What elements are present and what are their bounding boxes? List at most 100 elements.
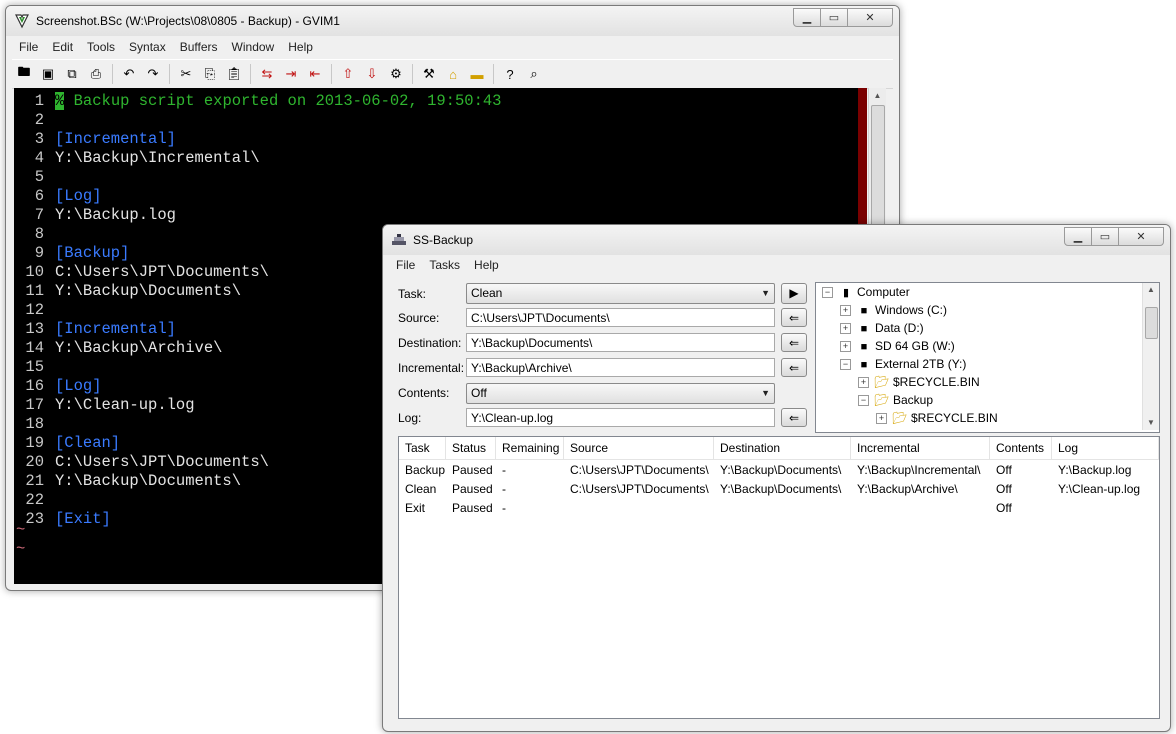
run-task-button[interactable]: ▶	[781, 283, 807, 304]
redo-icon[interactable]: ↷	[142, 63, 164, 85]
tree-node-label: Data (D:)	[875, 321, 924, 335]
incremental-input[interactable]: Y:\Backup\Archive\	[466, 358, 775, 377]
column-header[interactable]: Incremental	[851, 437, 990, 459]
line-number: 20	[25, 453, 44, 471]
find-next-icon[interactable]: ⇥	[280, 63, 302, 85]
collapse-icon[interactable]: −	[840, 359, 851, 371]
minimize-icon: ▁	[802, 12, 812, 24]
collapse-icon[interactable]: −	[822, 287, 833, 299]
source-input[interactable]: C:\Users\JPT\Documents\	[466, 308, 775, 327]
table-row[interactable]: Exit Paused - Off	[399, 499, 1159, 518]
destination-browse-button[interactable]: ⇐	[781, 333, 807, 352]
menu-window[interactable]: Window	[225, 37, 282, 57]
scroll-up-arrow-icon[interactable]: ▲	[869, 88, 886, 104]
tree-node[interactable]: + ■ SD 64 GB (W:)	[840, 337, 955, 355]
table-cell: C:\Users\JPT\Documents\	[570, 482, 709, 496]
shell-icon[interactable]: ⌂	[442, 63, 464, 85]
contents-select[interactable]: Off ▼	[466, 383, 775, 404]
menu-buffers[interactable]: Buffers	[173, 37, 225, 57]
menu-help[interactable]: Help	[467, 255, 506, 275]
source-browse-button[interactable]: ⇐	[781, 308, 807, 327]
scroll-up-arrow-icon[interactable]: ▲	[1143, 283, 1159, 297]
menu-help[interactable]: Help	[281, 37, 320, 57]
folder-tree[interactable]: − ▮ Computer + ■ Windows (C:) + ■ Data (D:) + ■ SD …	[815, 282, 1160, 433]
menu-tools[interactable]: Tools	[80, 37, 122, 57]
ss-backup-titlebar[interactable]: SS-Backup ▁ ▭ ✕	[383, 225, 1170, 255]
tree-node[interactable]: − ▮ Computer	[822, 283, 910, 301]
expand-icon[interactable]: +	[876, 413, 887, 425]
tree-scrollbar-thumb[interactable]	[1145, 307, 1158, 339]
close-button[interactable]: ✕	[847, 8, 893, 27]
table-cell: Off	[996, 482, 1012, 496]
column-header[interactable]: Remaining	[496, 437, 564, 459]
maximize-button[interactable]: ▭	[820, 8, 848, 27]
menu-file[interactable]: File	[12, 37, 45, 57]
scroll-down-arrow-icon[interactable]: ▼	[1143, 416, 1159, 430]
tree-node[interactable]: + ■ Windows (C:)	[840, 301, 947, 319]
log-browse-button[interactable]: ⇐	[781, 408, 807, 427]
tree-node[interactable]: + 📂︎ $RECYCLE.BIN	[876, 409, 998, 427]
expand-icon[interactable]: +	[840, 323, 851, 335]
collapse-icon[interactable]: −	[858, 395, 869, 407]
table-row[interactable]: Backup Paused - C:\Users\JPT\Documents\ Y:\B…	[399, 461, 1159, 480]
editor-line: 8	[14, 225, 55, 244]
incremental-browse-button[interactable]: ⇐	[781, 358, 807, 377]
column-header[interactable]: Status	[446, 437, 496, 459]
copy-icon[interactable]: ⎘	[199, 63, 221, 85]
menu-file[interactable]: File	[389, 255, 422, 275]
close-button[interactable]: ✕	[1118, 227, 1164, 246]
text-cursor: %	[55, 92, 65, 110]
task-select[interactable]: Clean ▼	[466, 283, 775, 304]
ctags-icon[interactable]: ▬	[466, 63, 488, 85]
make-icon[interactable]: ⚒	[418, 63, 440, 85]
log-input[interactable]: Y:\Clean-up.log	[466, 408, 775, 427]
scrollbar-thumb[interactable]	[871, 105, 885, 227]
paste-icon[interactable]: 📋︎	[223, 63, 245, 85]
save-session-icon[interactable]: ⇩	[361, 63, 383, 85]
open-file-icon[interactable]: 🖿	[13, 63, 35, 85]
column-header[interactable]: Destination	[714, 437, 851, 459]
tree-node[interactable]: − ■ External 2TB (Y:)	[840, 355, 966, 373]
run-script-icon[interactable]: ⚙	[385, 63, 407, 85]
tree-node-label: $RECYCLE.BIN	[911, 411, 998, 425]
table-cell: Paused	[452, 463, 493, 477]
drive-icon: ■	[860, 323, 868, 335]
column-header[interactable]: Task	[399, 437, 446, 459]
gvim-titlebar[interactable]: Screenshot.BSc (W:\Projects\08\0805 - Ba…	[6, 6, 899, 36]
column-header[interactable]: Source	[564, 437, 714, 459]
column-header[interactable]: Contents	[990, 437, 1052, 459]
minimize-button[interactable]: ▁	[793, 8, 821, 27]
undo-icon[interactable]: ↶	[118, 63, 140, 85]
expand-icon[interactable]: +	[840, 305, 851, 317]
find-help-icon[interactable]: ⌕	[523, 63, 545, 85]
menu-tasks[interactable]: Tasks	[422, 255, 467, 275]
column-header[interactable]: Log	[1052, 437, 1159, 459]
gvim-menubar: File Edit Tools Syntax Buffers Window He…	[12, 37, 893, 57]
cut-icon[interactable]: ✂	[175, 63, 197, 85]
load-session-icon[interactable]: ⇧	[337, 63, 359, 85]
print-icon[interactable]: ⎙	[85, 63, 107, 85]
table-row[interactable]: Clean Paused - C:\Users\JPT\Documents\ Y:\Ba…	[399, 480, 1159, 499]
tree-node[interactable]: − 📂︎ Backup	[858, 391, 933, 409]
save-all-icon[interactable]: ⧉	[61, 63, 83, 85]
maximize-button[interactable]: ▭	[1091, 227, 1119, 246]
menu-syntax[interactable]: Syntax	[122, 37, 173, 57]
line-text: [Exit]	[55, 510, 111, 528]
expand-icon[interactable]: +	[840, 341, 851, 353]
save-icon[interactable]: ▣	[37, 63, 59, 85]
help-icon[interactable]: ?	[499, 63, 521, 85]
destination-input[interactable]: Y:\Backup\Documents\	[466, 333, 775, 352]
tree-node[interactable]: + ■ Data (D:)	[840, 319, 924, 337]
table-cell: Y:\Backup.log	[1058, 463, 1132, 477]
find-replace-icon[interactable]: ⇆	[256, 63, 278, 85]
find-previous-icon[interactable]: ⇤	[304, 63, 326, 85]
minimize-button[interactable]: ▁	[1064, 227, 1092, 246]
line-number: 3	[34, 130, 44, 148]
editor-line: 3 [Incremental]	[14, 130, 176, 149]
editor-line: 14 Y:\Backup\Archive\	[14, 339, 222, 358]
expand-icon[interactable]: +	[858, 377, 869, 389]
tree-scrollbar[interactable]: ▲ ▼	[1142, 283, 1159, 430]
tree-node[interactable]: + 📂︎ $RECYCLE.BIN	[858, 373, 980, 391]
menu-edit[interactable]: Edit	[45, 37, 80, 57]
contents-select-value: Off	[471, 386, 487, 400]
